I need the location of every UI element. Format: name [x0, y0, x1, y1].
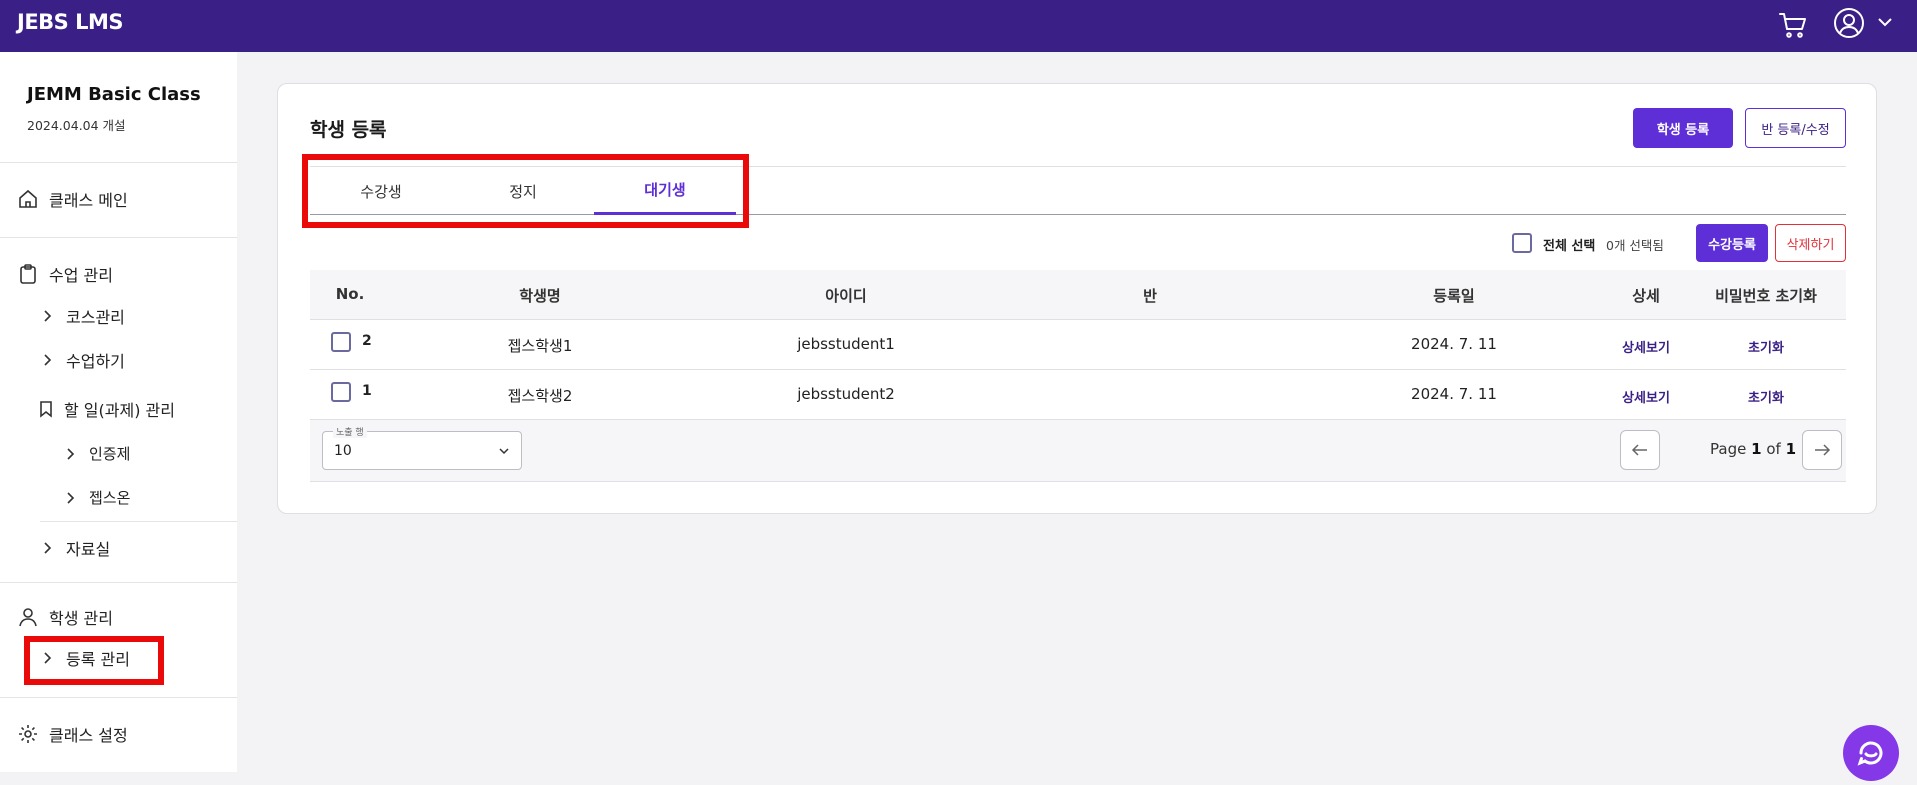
sidebar-item-label: 수업 관리: [49, 266, 113, 285]
sidebar-item-label: 클래스 메인: [49, 191, 128, 210]
bookmark-icon: [40, 401, 52, 418]
row-checkbox[interactable]: [331, 382, 351, 402]
page-title: 학생 등록: [310, 119, 387, 141]
chat-button[interactable]: [1843, 725, 1899, 781]
person-icon: [19, 608, 37, 627]
registration-date: 2024. 7. 11: [1411, 385, 1497, 403]
highlight-box-enroll-mgmt: [24, 636, 164, 685]
class-title: JEMM Basic Class: [27, 84, 201, 105]
rows-per-page-value: 10: [334, 443, 352, 459]
prev-page-button[interactable]: [1620, 430, 1660, 470]
student-registration-card: 학생 등록 학생 등록 반 등록/수정 수강생 정지 대기생 전체 선택 0개 …: [277, 83, 1877, 514]
select-all-label[interactable]: 전체 선택: [1543, 235, 1595, 254]
arrow-left-icon: [1631, 444, 1647, 456]
chevron-down-icon: [499, 448, 509, 455]
chevron-right-icon: [44, 542, 52, 554]
chevron-down-icon[interactable]: [1876, 15, 1894, 29]
student-id: jebsstudent2: [797, 385, 895, 403]
table-header: No. 학생명 아이디 반 등록일 상세 비밀번호 초기화: [310, 270, 1846, 320]
home-icon: [19, 189, 37, 208]
detail-link[interactable]: 상세보기: [1622, 387, 1670, 406]
column-header: 등록일: [1433, 287, 1475, 305]
sidebar-item-class-main[interactable]: 클래스 메인: [17, 187, 128, 211]
user-icon[interactable]: [1833, 7, 1865, 39]
enroll-button[interactable]: 수강등록: [1696, 224, 1768, 262]
chevron-right-icon: [67, 447, 75, 460]
sidebar-item-label: 할 일(과제) 관리: [64, 401, 175, 420]
row-checkbox[interactable]: [331, 332, 351, 352]
selected-count: 0개 선택됨: [1606, 238, 1664, 253]
top-bar: JEBS LMS: [0, 0, 1917, 52]
student-name: 젭스학생1: [507, 337, 573, 355]
sidebar-item-student-mgmt[interactable]: 학생 관리: [17, 605, 113, 629]
column-header: 비밀번호 초기화: [1715, 287, 1817, 305]
column-header: 반: [1143, 287, 1157, 305]
divider: [0, 582, 237, 583]
sidebar-item-jebson[interactable]: 젭스온: [65, 487, 130, 508]
column-header: No.: [335, 285, 365, 303]
chevron-right-icon: [67, 491, 75, 504]
clipboard-icon: [20, 264, 36, 284]
table-footer: 노출 행 10 Page 1 of 1: [310, 420, 1846, 482]
detail-link[interactable]: 상세보기: [1622, 337, 1670, 356]
arrow-right-icon: [1815, 444, 1831, 456]
sidebar-item-certification[interactable]: 인증제: [65, 443, 130, 464]
register-student-button[interactable]: 학생 등록: [1633, 108, 1733, 148]
divider: [0, 237, 237, 238]
sidebar-item-label: 클래스 설정: [49, 726, 128, 745]
rows-per-page-label: 노출 행: [333, 425, 367, 438]
student-id: jebsstudent1: [797, 335, 895, 353]
chevron-right-icon: [44, 354, 52, 366]
column-header: 아이디: [825, 287, 867, 305]
gear-icon: [19, 725, 37, 743]
sidebar-item-lesson-mgmt[interactable]: 수업 관리: [17, 262, 113, 286]
select-all-checkbox[interactable]: [1512, 233, 1532, 253]
class-date: 2024.04.04 개설: [27, 118, 126, 133]
sidebar-item-label: 자료실: [66, 540, 111, 559]
page-current: 1: [1751, 440, 1762, 458]
highlight-box-tabs: [302, 154, 749, 228]
sidebar-item-do-lesson[interactable]: 수업하기: [42, 348, 125, 372]
sidebar-item-course-mgmt[interactable]: 코스관리: [42, 304, 125, 328]
registration-date: 2024. 7. 11: [1411, 335, 1497, 353]
delete-button[interactable]: 삭제하기: [1775, 224, 1846, 262]
page-indicator: Page 1 of 1: [1710, 440, 1796, 458]
page-prefix: Page: [1710, 440, 1747, 458]
divider: [0, 697, 237, 698]
column-header: 상세: [1632, 287, 1660, 305]
row-number: 2: [362, 333, 372, 349]
table-row[interactable]: 1 젭스학생2 jebsstudent2 2024. 7. 11 상세보기 초기…: [310, 370, 1846, 420]
sidebar-item-class-settings[interactable]: 클래스 설정: [17, 722, 128, 746]
chevron-right-icon: [44, 310, 52, 322]
class-edit-button[interactable]: 반 등록/수정: [1745, 108, 1846, 148]
page-total: 1: [1785, 440, 1797, 458]
next-page-button[interactable]: [1802, 430, 1842, 470]
reset-password-link[interactable]: 초기화: [1748, 387, 1784, 406]
column-header: 학생명: [519, 287, 561, 305]
reset-password-link[interactable]: 초기화: [1748, 337, 1784, 356]
cart-icon[interactable]: [1778, 11, 1808, 39]
sidebar-item-label: 젭스온: [89, 489, 131, 507]
rows-per-page-select[interactable]: 노출 행 10: [322, 425, 522, 470]
divider: [0, 162, 237, 163]
sidebar-item-label: 학생 관리: [49, 609, 113, 628]
table-row[interactable]: 2 젭스학생1 jebsstudent1 2024. 7. 11 상세보기 초기…: [310, 320, 1846, 370]
sidebar-item-label: 코스관리: [66, 308, 125, 327]
chat-icon: [1857, 741, 1883, 766]
brand-logo[interactable]: JEBS LMS: [17, 10, 124, 34]
row-number: 1: [362, 383, 372, 399]
student-name: 젭스학생2: [507, 387, 573, 405]
sidebar-item-label: 수업하기: [66, 352, 125, 371]
sidebar-item-label: 인증제: [89, 445, 131, 463]
divider: [40, 521, 237, 522]
sidebar-item-library[interactable]: 자료실: [42, 536, 110, 560]
page-of: of: [1766, 440, 1781, 458]
sidebar-item-todo-mgmt[interactable]: 할 일(과제) 관리: [38, 397, 175, 421]
